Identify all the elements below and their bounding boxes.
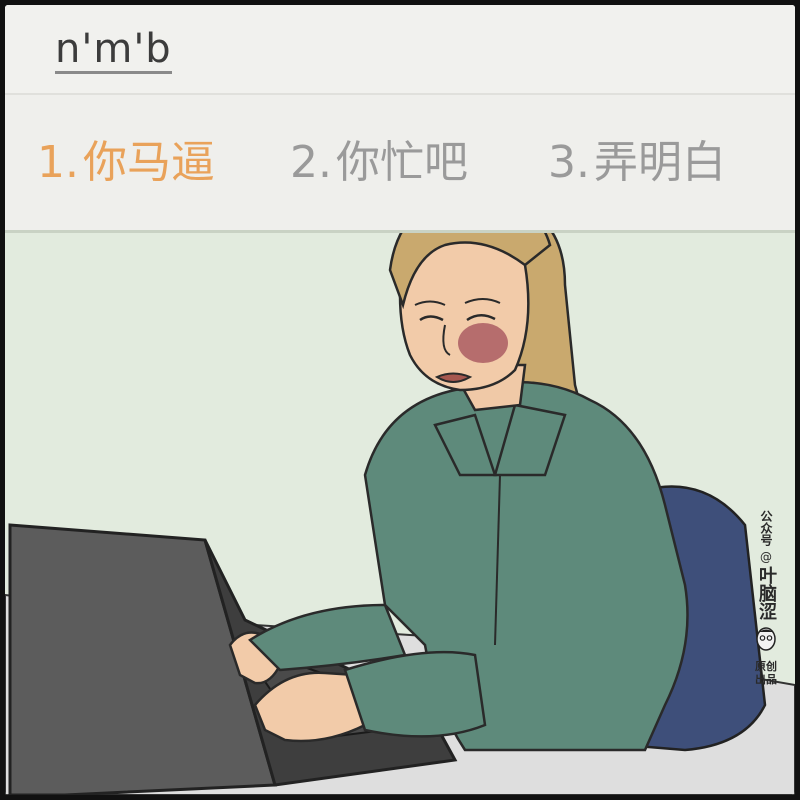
ime-candidate-window: n'm'b 1.你马逼 2.你忙吧 3.弄明白 bbox=[5, 5, 795, 230]
ime-divider bbox=[5, 93, 795, 95]
ime-candidate-list: 1.你马逼 2.你忙吧 3.弄明白 bbox=[5, 105, 795, 220]
watermark: 公众号 @ 叶脑涩 原创 出品 bbox=[755, 510, 777, 686]
blush bbox=[458, 323, 508, 363]
watermark-prefix: 公众号 bbox=[759, 510, 773, 546]
watermark-bottom-2: 出品 bbox=[755, 673, 777, 686]
ime-composition-row: n'm'b bbox=[5, 5, 795, 93]
candidate-text: 你忙吧 bbox=[335, 137, 468, 188]
ime-bottom-edge bbox=[5, 230, 795, 233]
watermark-at: @ bbox=[760, 550, 772, 564]
watermark-name: 叶脑涩 bbox=[756, 566, 777, 620]
ime-candidate-1[interactable]: 1.你马逼 bbox=[37, 133, 215, 193]
candidate-number: 1. bbox=[37, 137, 79, 188]
ime-candidate-2[interactable]: 2.你忙吧 bbox=[290, 133, 468, 193]
candidate-number: 2. bbox=[290, 137, 332, 188]
ime-candidate-3[interactable]: 3.弄明白 bbox=[548, 133, 726, 193]
candidate-number: 3. bbox=[548, 137, 590, 188]
watermark-avatar-icon bbox=[756, 627, 776, 651]
right-sleeve bbox=[343, 650, 487, 738]
candidate-text: 弄明白 bbox=[593, 137, 726, 188]
ime-composition-text[interactable]: n'm'b bbox=[55, 27, 172, 74]
watermark-bottom-1: 原创 bbox=[755, 660, 777, 673]
image-frame: n'm'b 1.你马逼 2.你忙吧 3.弄明白 公众号 @ 叶脑涩 原创 出品 bbox=[5, 5, 795, 795]
candidate-text: 你马逼 bbox=[82, 137, 215, 188]
